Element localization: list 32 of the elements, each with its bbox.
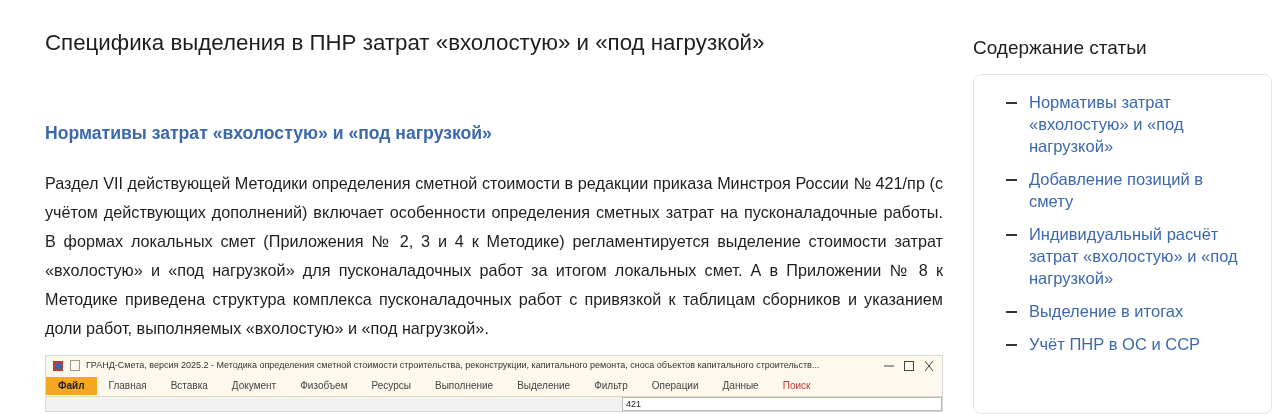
toc-link[interactable]: Выделение в итогах (1029, 300, 1251, 322)
file-menu-tab[interactable]: Файл (46, 376, 97, 395)
toc-link[interactable]: Добавление позиций в смету (1029, 168, 1251, 212)
dash-icon (1006, 311, 1017, 313)
sidebar-title: Содержание статьи (973, 36, 1148, 60)
ribbon-tab[interactable]: Ресурсы (359, 376, 423, 395)
toc-link[interactable]: Индивидуальный расчёт затрат «вхолостую» и «под нагрузкой» (1029, 223, 1251, 289)
ribbon-tab[interactable]: Выполнение (422, 376, 506, 395)
section-heading: Нормативы затрат «вхолостую» и «под нагрузкой» (45, 122, 493, 145)
ribbon-tab[interactable]: Документ (219, 376, 289, 395)
dash-icon (1006, 234, 1017, 236)
ribbon-tab[interactable]: Данные (710, 376, 771, 395)
dash-icon (1006, 344, 1017, 346)
ribbon-tab[interactable]: Главная (96, 376, 159, 395)
save-icon (70, 360, 80, 371)
ribbon-tab[interactable]: Фильтр (582, 376, 640, 395)
search-field[interactable]: 421 (622, 397, 942, 411)
ribbon-tab[interactable]: Вставка (158, 376, 220, 395)
toc-link[interactable]: Учёт ПНР в ОС и ССР (1029, 333, 1251, 355)
article-paragraph: Раздел VII действующей Методики определения сметной стоимости в редакции приказа Минстроя России № 421/пр (с учётом действующих дополнений) включает особенности определения сметных затрат на пусконаладочные работы. В формах локальных смет (Приложения № 2, 3 и 4 к Методике) регламентируется выделение стоимости затрат «вхолостую» и «под нагрузкой» для пусконаладочных работ за итогом локальных смет. А в Приложении № 8 к Методике приведена структура комплекса пусконаладочных работ с привязкой к таблицам сборников и указанием доли работ, выполняемых «вхолостую» и «под нагрузкой». (45, 173, 943, 339)
ribbon-tab[interactable]: Выделение (505, 376, 583, 395)
maximize-icon[interactable] (902, 359, 916, 372)
search-tab[interactable]: Поиск (770, 376, 823, 395)
close-icon[interactable] (922, 359, 936, 372)
ribbon-tab[interactable]: Операции (639, 376, 711, 395)
dash-icon (1006, 102, 1017, 104)
toc-link[interactable]: Нормативы затрат «вхолостую» и «под нагрузкой» (1029, 91, 1251, 157)
article-title: Специфика выделения в ПНР затрат «вхолостую» и «под нагрузкой» (45, 31, 766, 55)
window-title: ГРАНД-Смета, версия 2025.2 - Методика определения сметной стоимости строительства, реконструкции, капитального ремонта, сноса объектов капитального строительств... (86, 358, 821, 372)
dash-icon (1006, 179, 1017, 181)
app-logo-icon (52, 359, 64, 372)
ribbon-tab[interactable]: Физобъем (288, 376, 360, 395)
